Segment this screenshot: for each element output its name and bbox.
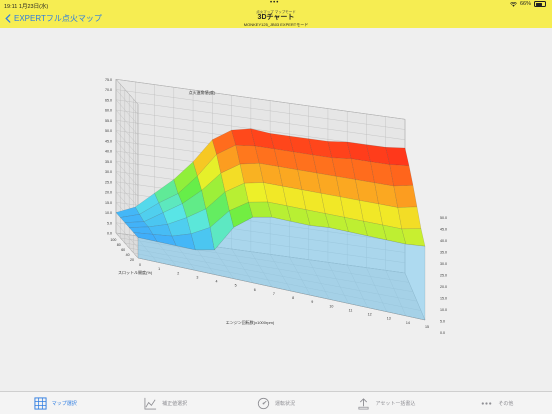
tab-correction-select-label: 補正値選択 — [162, 400, 188, 407]
x-tick-label: 15 — [425, 325, 429, 329]
z-tick-label-left: 45.0 — [105, 139, 112, 143]
y-tick-label: 20 — [130, 258, 134, 262]
gauge-icon — [257, 397, 270, 409]
z-tick-label-left: 40.0 — [105, 150, 112, 154]
multitasking-dots[interactable]: ••• — [270, 0, 279, 6]
x-tick-label: 8 — [292, 296, 294, 300]
z-tick-label-right: 30.0 — [440, 262, 447, 266]
z-tick-label-right: 40.0 — [440, 239, 447, 243]
more-icon — [481, 401, 492, 405]
tab-driving-status-label: 運転状況 — [275, 400, 296, 407]
x-tick-label: 14 — [406, 321, 410, 325]
z-tick-label-left: 5.0 — [107, 221, 112, 225]
chart-area[interactable]: 75.0 70.0 65.0 60.0 55.0 50.0 45.0 40.0 35.0 30.0… — [0, 28, 552, 391]
navigation-bar: 19:11 1月23日(水) ••• 66% EXPERTフル点火マップ 点火マ… — [0, 0, 552, 28]
x-axis-label: エンジン回転数(x1000rpm) — [226, 319, 275, 325]
x-tick-label: 0 — [139, 263, 141, 267]
chart-title: 点火進角値(度) — [189, 89, 216, 95]
surface-cell — [393, 185, 418, 208]
y-tick-label: 60 — [121, 248, 125, 252]
x-tick-label: 11 — [349, 308, 353, 312]
z-tick-label-left: 55.0 — [105, 119, 112, 123]
y-axis-label: スロットル開度(%) — [118, 269, 153, 275]
surface-cell — [389, 164, 414, 187]
z-tick-label-left: 75.0 — [105, 78, 112, 82]
back-button[interactable]: EXPERTフル点火マップ — [5, 13, 102, 24]
tab-driving-status[interactable]: 運転状況 — [221, 392, 331, 414]
x-tick-label: 10 — [329, 304, 333, 308]
status-date-value: 1月23日(水) — [18, 4, 49, 10]
battery-percent: 66% — [519, 1, 531, 7]
tab-more-label: その他 — [498, 400, 514, 407]
z-tick-label-left: 0.0 — [107, 232, 112, 236]
battery-icon — [534, 1, 546, 7]
y-tick-label: 40 — [126, 253, 130, 257]
z-tick-label-right: 35.0 — [440, 251, 447, 255]
z-tick-label-left: 30.0 — [105, 170, 112, 174]
x-tick-label: 9 — [311, 300, 313, 304]
x-tick-label: 7 — [273, 292, 275, 296]
tab-correction-select[interactable]: 補正値選択 — [110, 392, 220, 414]
upload-icon — [358, 397, 369, 409]
x-tick-label: 3 — [196, 275, 198, 279]
grid-icon — [34, 396, 47, 410]
nav-titles: 点火マップ マップモード 3Dチャート MONKEY125_JB03 EXPER… — [176, 10, 376, 27]
x-tick-label: 13 — [387, 317, 391, 321]
tab-more[interactable]: その他 — [442, 392, 552, 414]
back-button-label: EXPERTフル点火マップ — [14, 14, 102, 23]
z-tick-label-right: 20.0 — [440, 285, 447, 289]
x-tick-label: 2 — [177, 271, 179, 275]
status-right-group: 66% — [509, 1, 546, 7]
status-time: 19:11 1月23日(水) — [4, 2, 48, 10]
status-bar: 19:11 1月23日(水) ••• 66% — [0, 0, 552, 10]
z-tick-label-left: 25.0 — [105, 180, 112, 184]
page-title: 3Dチャート — [257, 14, 295, 21]
x-tick-label: 5 — [235, 284, 237, 288]
z-tick-label-right: 50.0 — [440, 216, 447, 220]
surface-cell — [397, 206, 422, 230]
z-tick-label-left: 35.0 — [105, 160, 112, 164]
tab-bulk-write[interactable]: アセットー括書込 — [331, 392, 441, 414]
tab-map-select-label: マップ選択 — [51, 400, 77, 407]
y-tick-label: 100 — [110, 238, 116, 242]
tab-bar: マップ選択 補正値選択 運転状況 アセットー括書込 その他 — [0, 391, 552, 414]
battery-level-fill — [536, 3, 542, 6]
z-tick-label-right: 15.0 — [440, 297, 447, 301]
z-tick-label-left: 70.0 — [105, 88, 112, 92]
x-tick-label: 12 — [368, 313, 372, 317]
tab-map-select[interactable]: マップ選択 — [0, 392, 110, 414]
page-subtitle: MONKEY125_JB03 EXPERTモード — [243, 22, 309, 27]
status-time-value: 19:11 — [4, 4, 18, 10]
z-tick-label-right: 0.0 — [440, 331, 445, 335]
z-tick-label-right: 25.0 — [440, 274, 447, 278]
x-tick-label: 1 — [158, 267, 160, 271]
z-tick-label-right: 5.0 — [440, 320, 445, 324]
y-tick-label: 80 — [117, 243, 121, 247]
z-tick-label-left: 10.0 — [105, 211, 112, 215]
z-tick-label-left: 65.0 — [105, 98, 112, 102]
z-tick-label-left: 20.0 — [105, 191, 112, 195]
line-chart-icon — [144, 397, 157, 409]
surface-chart[interactable]: 75.070.065.060.055.050.045.040.035.030.0… — [0, 28, 552, 391]
wifi-icon — [509, 1, 517, 7]
z-tick-label-right: 10.0 — [440, 308, 447, 312]
z-tick-label-left: 50.0 — [105, 129, 112, 133]
z-tick-label-left: 15.0 — [105, 201, 112, 205]
x-tick-label: 4 — [216, 280, 218, 284]
z-tick-label-left: 60.0 — [105, 109, 112, 113]
x-tick-label: 6 — [254, 288, 256, 292]
tab-bulk-write-label: アセットー括書込 — [375, 400, 416, 407]
chevron-left-icon — [5, 14, 11, 23]
z-tick-label-right: 45.0 — [440, 228, 447, 232]
